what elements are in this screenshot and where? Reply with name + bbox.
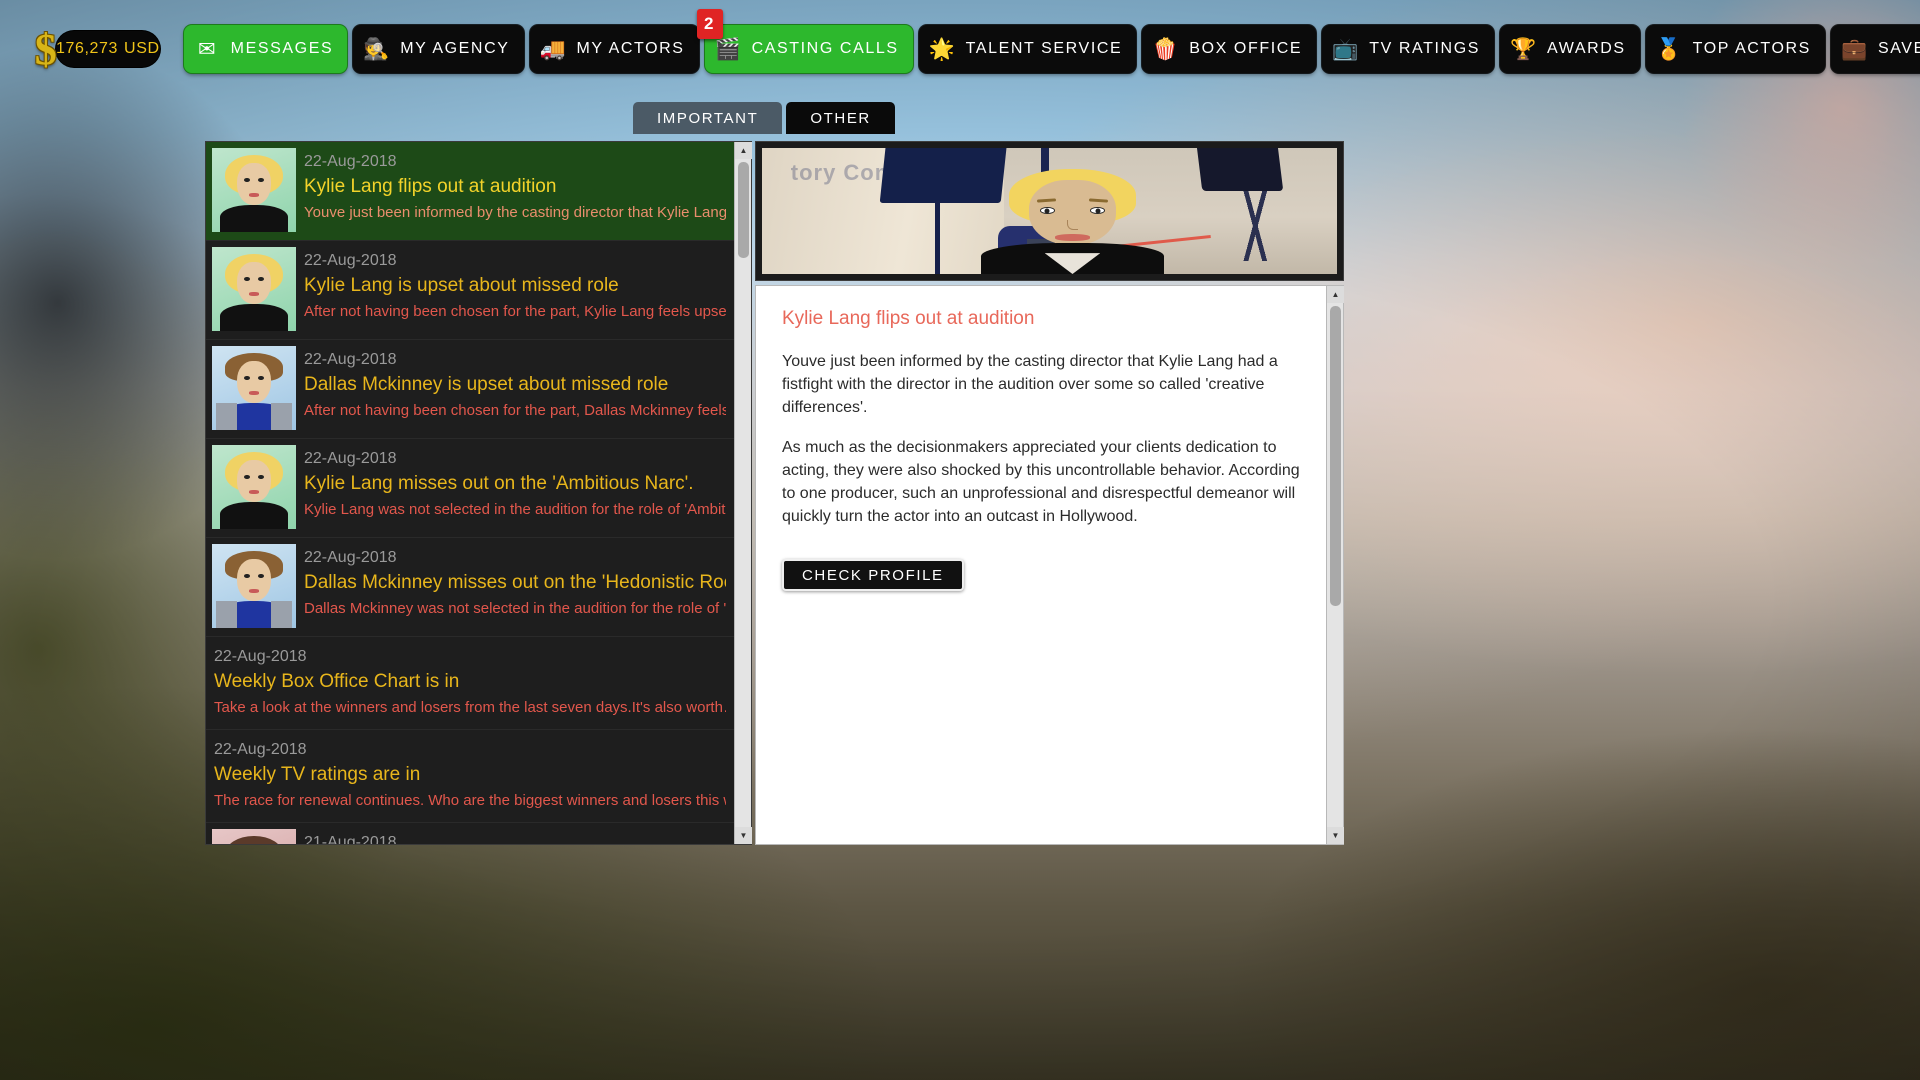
message-date: 22-Aug-2018 <box>304 450 397 467</box>
message-preview: The race for renewal continues. Who are … <box>214 791 726 809</box>
message-date: 22-Aug-2018 <box>304 153 397 170</box>
money-display: $ 176,273 USD <box>35 25 160 74</box>
message-row-7[interactable]: 21-Aug-2018 <box>206 823 734 844</box>
nav-casting-calls-label: CASTING CALLS <box>751 40 899 57</box>
popcorn-icon: 🍿 <box>1152 37 1181 61</box>
message-title: Kylie Lang is upset about missed role <box>304 275 619 297</box>
nav-casting-calls[interactable]: 2 🎬 CASTING CALLS <box>696 9 913 73</box>
message-date: 22-Aug-2018 <box>304 351 397 368</box>
detective-icon: 🕵 <box>363 37 392 61</box>
nav-tv-ratings[interactable]: 📺 TV RATINGS <box>1322 25 1495 73</box>
tab-important[interactable]: IMPORTANT <box>633 102 783 134</box>
message-date: 22-Aug-2018 <box>214 741 307 758</box>
avatar <box>212 346 296 430</box>
nav-awards[interactable]: 🏆 AWARDS <box>1500 25 1640 73</box>
avatar <box>212 148 296 232</box>
message-row-2[interactable]: 22-Aug-2018 Dallas Mckinney is upset abo… <box>206 340 734 439</box>
message-title: Weekly Box Office Chart is in <box>214 671 460 693</box>
nav-messages[interactable]: ✉ MESSAGES <box>183 25 348 73</box>
message-list-panel: 22-Aug-2018 Kylie Lang flips out at audi… <box>205 141 752 845</box>
nav-my-agency[interactable]: 🕵 MY AGENCY <box>353 25 524 73</box>
scroll-up-icon[interactable]: ▲ <box>1327 286 1344 303</box>
audition-scene-image: tory Company <box>762 148 1337 274</box>
message-date: 21-Aug-2018 <box>304 834 397 844</box>
actor-character <box>981 169 1164 274</box>
message-row-0[interactable]: 22-Aug-2018 Kylie Lang flips out at audi… <box>206 142 734 241</box>
message-preview: Youve just been informed by the casting … <box>304 203 726 221</box>
scroll-up-icon[interactable]: ▲ <box>735 142 752 159</box>
nav-top-actors[interactable]: 🏅 TOP ACTORS <box>1645 25 1825 73</box>
trailer-icon: 🚚 <box>539 37 568 61</box>
detail-title: Kylie Lang flips out at audition <box>782 308 1035 329</box>
television-icon: 📺 <box>1332 37 1361 61</box>
message-body-card: Kylie Lang flips out at audition Youve j… <box>755 285 1344 845</box>
message-row-6[interactable]: 22-Aug-2018 Weekly TV ratings are in The… <box>206 730 734 823</box>
scrollbar-thumb[interactable] <box>738 162 749 258</box>
message-row-5[interactable]: 22-Aug-2018 Weekly Box Office Chart is i… <box>206 637 734 730</box>
nav-top-actors-label: TOP ACTORS <box>1692 40 1811 57</box>
check-profile-button[interactable]: CHECK PROFILE <box>782 559 964 592</box>
message-title: Kylie Lang misses out on the 'Ambitious … <box>304 473 694 495</box>
briefcase-icon: 💼 <box>1841 37 1869 61</box>
scroll-down-icon[interactable]: ▼ <box>735 827 752 844</box>
nav-box-office-label: BOX OFFICE <box>1189 40 1303 57</box>
top-navigation-bar: $ 176,273 USD ✉ MESSAGES 🕵 MY AGENCY 🚚 M… <box>0 0 1920 98</box>
avatar <box>212 247 296 331</box>
nav-tv-ratings-label: TV RATINGS <box>1369 40 1481 57</box>
trophy-icon: 🏆 <box>1510 37 1538 61</box>
message-date: 22-Aug-2018 <box>304 252 397 269</box>
envelope-icon: ✉ <box>198 37 218 61</box>
message-title: Dallas Mckinney is upset about missed ro… <box>304 374 669 396</box>
message-list-scrollbar[interactable]: ▲ ▼ <box>734 142 752 844</box>
money-currency: USD <box>124 40 160 57</box>
clapboard-icon: 🎬 <box>714 37 743 61</box>
message-title: Kylie Lang flips out at audition <box>304 176 557 198</box>
nav-messages-label: MESSAGES <box>230 40 334 57</box>
scrollbar-thumb[interactable] <box>1330 306 1341 606</box>
podium-icon: 🏅 <box>1655 37 1684 61</box>
casting-calls-badge: 2 <box>696 9 723 39</box>
detail-scrollbar[interactable]: ▲ ▼ <box>1326 286 1344 844</box>
message-date: 22-Aug-2018 <box>304 549 397 566</box>
nav-talent-service-label: TALENT SERVICE <box>965 40 1123 57</box>
detail-paragraph-2: As much as the decisionmakers appreciate… <box>782 439 1300 526</box>
avatar <box>212 544 296 628</box>
message-preview: Dallas Mckinney was not selected in the … <box>304 599 726 617</box>
message-list: 22-Aug-2018 Kylie Lang flips out at audi… <box>206 142 734 844</box>
hero-image-frame: tory Company <box>755 141 1344 281</box>
nav-save-label: SAVE <box>1877 40 1920 57</box>
star-badge-icon: 🌟 <box>928 37 957 61</box>
nav-save[interactable]: 💼 SAVE <box>1830 25 1920 73</box>
nav-my-actors[interactable]: 🚚 MY ACTORS <box>529 25 699 73</box>
message-date: 22-Aug-2018 <box>214 648 307 665</box>
message-row-1[interactable]: 22-Aug-2018 Kylie Lang is upset about mi… <box>206 241 734 340</box>
detail-paragraph-1: Youve just been informed by the casting … <box>782 353 1278 417</box>
dollar-icon: $ <box>34 24 58 74</box>
message-title: Weekly TV ratings are in <box>214 764 421 786</box>
nav-box-office[interactable]: 🍿 BOX OFFICE <box>1142 25 1317 73</box>
message-row-3[interactable]: 22-Aug-2018 Kylie Lang misses out on the… <box>206 439 734 538</box>
tab-other[interactable]: OTHER <box>786 102 895 134</box>
nav-my-actors-label: MY ACTORS <box>576 40 685 57</box>
message-detail-panel: tory Company Kylie Lang flips out at aud… <box>755 141 1344 845</box>
message-preview: After not having been chosen for the par… <box>304 302 726 320</box>
scroll-down-icon[interactable]: ▼ <box>1327 827 1344 844</box>
message-preview: After not having been chosen for the par… <box>304 401 726 419</box>
avatar <box>212 829 296 844</box>
message-preview: Take a look at the winners and losers fr… <box>214 698 726 716</box>
message-title: Dallas Mckinney misses out on the 'Hedon… <box>304 572 726 594</box>
avatar <box>212 445 296 529</box>
message-preview: Kylie Lang was not selected in the audit… <box>304 500 726 518</box>
message-row-4[interactable]: 22-Aug-2018 Dallas Mckinney misses out o… <box>206 538 734 637</box>
nav-my-agency-label: MY AGENCY <box>400 40 510 57</box>
message-filter-tabs: IMPORTANT OTHER <box>633 102 895 134</box>
nav-awards-label: AWARDS <box>1547 40 1626 57</box>
nav-talent-service[interactable]: 🌟 TALENT SERVICE <box>918 25 1137 73</box>
